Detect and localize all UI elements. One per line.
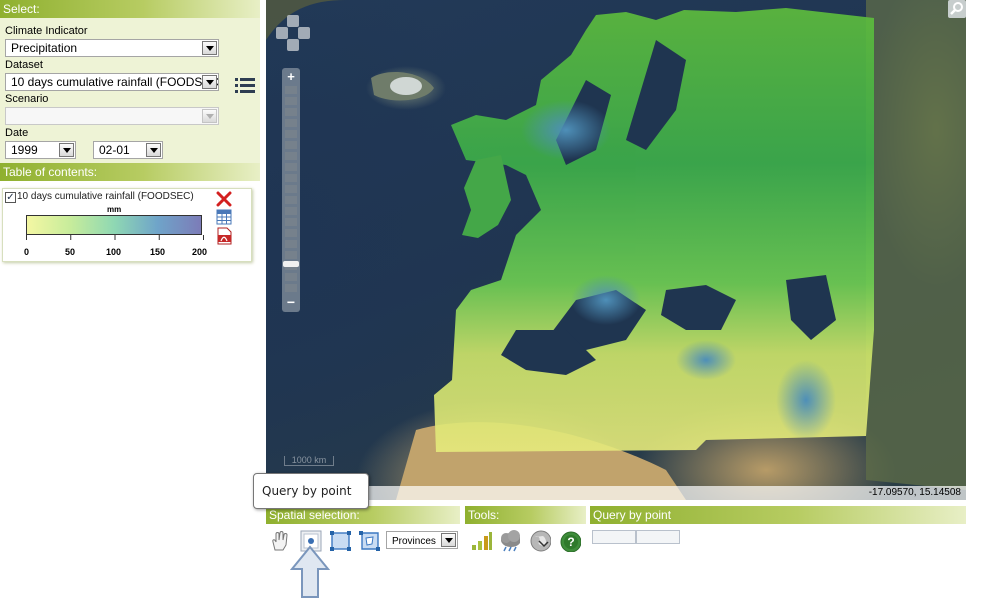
list-icon[interactable] xyxy=(234,76,256,96)
zoom-level[interactable] xyxy=(285,273,297,281)
legend-color-bar xyxy=(26,215,202,235)
high-precipitation-area xyxy=(571,275,641,325)
query-by-point-header: Query by point xyxy=(590,506,966,524)
legend-tick-label: 100 xyxy=(106,247,122,257)
scale-line: 1000 km xyxy=(284,456,334,466)
precipitation-raster xyxy=(462,155,511,238)
zoom-level[interactable] xyxy=(285,174,297,182)
cursor-coordinates: -17.09570, 15.14508 xyxy=(266,486,966,500)
bar-chart-icon[interactable] xyxy=(470,530,492,552)
weather-cloud-icon[interactable] xyxy=(498,530,520,552)
day-value: 02-01 xyxy=(99,143,130,157)
chevron-down-icon[interactable] xyxy=(441,533,456,547)
region-select-value: Provinces xyxy=(392,536,436,547)
date-label: Date xyxy=(5,127,29,139)
chevron-down-icon[interactable] xyxy=(202,75,217,89)
year-select[interactable]: 1999 xyxy=(5,141,76,159)
pdf-icon[interactable] xyxy=(216,227,232,245)
dataset-value: 10 days cumulative rainfall (FOODSEC) xyxy=(11,75,219,89)
arrow-up-icon xyxy=(289,545,331,598)
query-result-field xyxy=(636,530,680,544)
help-icon[interactable]: ? xyxy=(559,530,581,552)
zoom-level[interactable] xyxy=(285,196,297,204)
zoom-level[interactable] xyxy=(285,185,297,193)
climate-indicator-value: Precipitation xyxy=(11,41,78,55)
zoom-level[interactable] xyxy=(285,284,297,292)
layer-visibility-checkbox[interactable]: ✓ xyxy=(5,192,16,203)
toc-header: Table of contents: xyxy=(0,163,260,181)
zoom-level[interactable] xyxy=(285,229,297,237)
zoom-slider[interactable]: + − xyxy=(282,68,300,312)
zoom-level[interactable] xyxy=(285,218,297,226)
climate-indicator-label: Climate Indicator xyxy=(5,25,88,37)
zoom-level[interactable] xyxy=(285,97,297,105)
day-select[interactable]: 02-01 xyxy=(93,141,163,159)
zoom-level[interactable] xyxy=(285,108,297,116)
zoom-level[interactable] xyxy=(285,251,297,259)
zoom-level[interactable] xyxy=(285,86,297,94)
high-precipitation-area xyxy=(676,340,736,380)
select-panel: Select: Climate Indicator Precipitation … xyxy=(0,0,260,163)
dataset-label: Dataset xyxy=(5,59,43,71)
pan-hand-icon[interactable] xyxy=(269,530,291,552)
region-select[interactable]: Provinces xyxy=(386,531,458,549)
select-header: Select: xyxy=(0,0,260,18)
svg-text:?: ? xyxy=(567,535,574,549)
precipitation-overlay xyxy=(434,8,874,452)
year-value: 1999 xyxy=(11,143,38,157)
query-result-field xyxy=(592,530,636,544)
zoom-level[interactable] xyxy=(285,130,297,138)
zoom-level[interactable] xyxy=(285,119,297,127)
zoom-level[interactable] xyxy=(285,207,297,215)
chevron-down-icon[interactable] xyxy=(146,143,161,157)
legend-tick-label: 50 xyxy=(65,247,76,257)
scenario-select[interactable] xyxy=(5,107,219,125)
zoom-level[interactable] xyxy=(285,163,297,171)
zoom-handle[interactable] xyxy=(283,261,299,267)
legend-unit: mm xyxy=(107,205,122,214)
scenario-label: Scenario xyxy=(5,93,49,105)
table-icon[interactable] xyxy=(216,209,232,225)
toc-layer-box: ✓ 10 days cumulative rainfall (FOODSEC) … xyxy=(2,188,252,262)
pan-zoom-icon[interactable] xyxy=(275,13,311,53)
tooltip: Query by point xyxy=(253,473,369,509)
legend-tick-marks xyxy=(26,235,204,240)
legend-tick-label: 150 xyxy=(150,247,166,257)
zoom-level[interactable] xyxy=(285,141,297,149)
chevron-down-icon[interactable] xyxy=(202,41,217,55)
globe-icon[interactable] xyxy=(529,530,551,552)
legend-tick-label: 200 xyxy=(192,247,208,257)
select-rectangle-icon[interactable] xyxy=(329,530,351,552)
dataset-select[interactable]: 10 days cumulative rainfall (FOODSEC) xyxy=(5,73,219,91)
zoom-level[interactable] xyxy=(285,152,297,160)
magnify-icon[interactable] xyxy=(948,0,966,18)
select-polygon-icon[interactable] xyxy=(358,530,380,552)
tools-header: Tools: xyxy=(465,506,586,524)
zoom-level[interactable] xyxy=(285,240,297,248)
high-precipitation-area xyxy=(521,100,611,160)
zoom-out-icon[interactable]: − xyxy=(284,295,298,310)
map-view[interactable]: + − 1000 km xyxy=(266,0,966,500)
layer-name: 10 days cumulative rainfall (FOODSEC) xyxy=(17,191,194,202)
zoom-in-icon[interactable]: + xyxy=(284,70,298,84)
high-precipitation-area xyxy=(776,360,836,440)
legend-tick-label: 0 xyxy=(24,247,30,257)
climate-indicator-select[interactable]: Precipitation xyxy=(5,39,219,57)
chevron-down-icon[interactable] xyxy=(202,109,217,123)
chevron-down-icon[interactable] xyxy=(59,143,74,157)
remove-layer-icon[interactable] xyxy=(216,191,232,207)
